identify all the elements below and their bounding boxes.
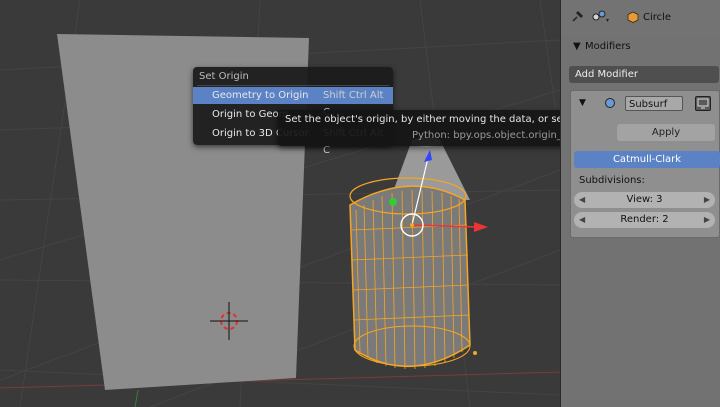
y-axis-line	[134, 389, 139, 407]
increment-icon[interactable]: ▶	[704, 212, 710, 228]
menu-item-geometry-to-origin[interactable]: Geometry to Origin Shift Ctrl Alt C	[193, 87, 393, 118]
apply-button[interactable]: Apply	[617, 124, 715, 141]
cylinder-object[interactable]	[349, 177, 471, 370]
panel-header: Circle	[561, 0, 720, 36]
object-cube-icon	[627, 11, 639, 26]
add-modifier-button[interactable]: Add Modifier	[569, 66, 719, 83]
operator-tooltip: Set the object's origin, by either movin…	[278, 110, 560, 146]
link-icon[interactable]	[591, 9, 609, 26]
3d-viewport[interactable]: Set Origin Geometry to Origin Shift Ctrl…	[0, 0, 560, 407]
menu-item-label: Origin to Geom	[212, 109, 289, 120]
catmull-clark-button[interactable]: Catmull-Clark	[574, 151, 720, 168]
vertex-dot	[473, 351, 477, 355]
display-icon[interactable]	[695, 96, 711, 111]
menu-item-label: Geometry to Origin	[212, 90, 309, 101]
properties-panel: Circle ▼ Modifiers Add Modifier ▼ Subsur…	[560, 0, 720, 407]
menu-title: Set Origin	[199, 71, 249, 82]
triangle-down-icon[interactable]: ▼	[579, 98, 586, 108]
x-axis-arrow[interactable]	[474, 222, 488, 232]
object-name: Circle	[643, 12, 672, 23]
pin-icon[interactable]	[571, 10, 584, 26]
render-value: Render: 2	[620, 214, 669, 225]
increment-icon[interactable]: ▶	[704, 192, 710, 208]
view-subdivisions-field[interactable]: ◀ View: 3 ▶	[574, 192, 715, 208]
menu-separator	[197, 85, 389, 86]
tooltip-description: Set the object's origin, by either movin…	[285, 114, 560, 125]
section-title: Modifiers	[585, 41, 631, 52]
viewport-canvas[interactable]	[0, 0, 560, 407]
modifier-name-field[interactable]: Subsurf	[625, 96, 683, 111]
view-value: View: 3	[626, 194, 663, 205]
render-subdivisions-field[interactable]: ◀ Render: 2 ▶	[574, 212, 715, 228]
decrement-icon[interactable]: ◀	[579, 192, 585, 208]
tooltip-python: Python: bpy.ops.object.origin_set()	[412, 130, 560, 141]
triangle-down-icon[interactable]: ▼	[573, 41, 581, 52]
subdivisions-label: Subdivisions:	[579, 175, 645, 186]
object-origin	[410, 223, 414, 227]
subsurf-icon	[604, 97, 616, 112]
decrement-icon[interactable]: ◀	[579, 212, 585, 228]
y-axis-handle[interactable]	[389, 198, 397, 206]
